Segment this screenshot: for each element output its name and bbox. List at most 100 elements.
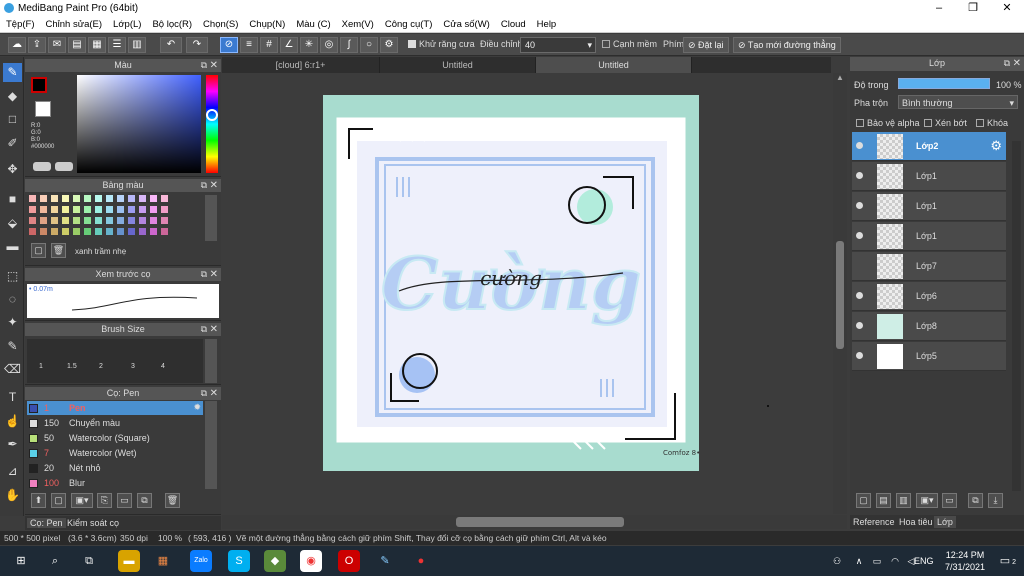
magic-wand-icon[interactable]: ✦ bbox=[3, 313, 22, 332]
color-swap-button[interactable] bbox=[55, 162, 73, 171]
new-layer-icon[interactable]: ▢ bbox=[856, 493, 871, 508]
vertical-scroll-thumb[interactable] bbox=[836, 241, 844, 349]
palette-swatch[interactable] bbox=[150, 217, 157, 224]
menu-file[interactable]: Tệp(F) bbox=[0, 17, 40, 30]
palette-swatch[interactable] bbox=[84, 217, 91, 224]
palette-swatch[interactable] bbox=[73, 195, 80, 202]
snap-parallel-icon[interactable]: ≡ bbox=[240, 37, 258, 53]
doc-icon[interactable]: ▦ bbox=[88, 37, 106, 53]
palette-scrollbar[interactable] bbox=[205, 195, 217, 241]
canvas-area[interactable]: Cường cường Comfoz 8•17•17 bbox=[222, 73, 833, 515]
palette-swatch[interactable] bbox=[139, 217, 146, 224]
duplicate-layer-icon[interactable]: ⧉ bbox=[968, 493, 983, 508]
lasso-tool-icon[interactable]: ◌ bbox=[3, 290, 22, 309]
palette-swatch[interactable] bbox=[117, 195, 124, 202]
eyedropper-icon[interactable]: ⊿ bbox=[3, 462, 22, 481]
move-tool-icon[interactable]: ✥ bbox=[3, 160, 22, 179]
brush-list-scrollbar[interactable] bbox=[205, 401, 217, 489]
snap-ellipse-icon[interactable]: ○ bbox=[360, 37, 378, 53]
brush-item[interactable]: 20 Nét nhỏ bbox=[27, 461, 203, 475]
new-halftone-layer-icon[interactable]: ▤ bbox=[876, 493, 891, 508]
brush-item[interactable]: 100 Blur bbox=[27, 476, 203, 490]
windows-start-icon[interactable]: ⊞ bbox=[10, 550, 32, 572]
select-eraser-icon[interactable]: ⌫ bbox=[3, 360, 22, 379]
tab-reference[interactable]: Reference bbox=[853, 517, 895, 527]
artwork-canvas[interactable]: Cường cường Comfoz 8•17•17 bbox=[323, 95, 699, 471]
palette-swatch[interactable] bbox=[139, 206, 146, 213]
list-icon[interactable]: ☰ bbox=[108, 37, 126, 53]
blend-mode-select[interactable]: Bình thường ▾ bbox=[898, 95, 1018, 109]
palette-swatch[interactable] bbox=[139, 195, 146, 202]
palette-swatch[interactable] bbox=[40, 195, 47, 202]
palette-swatches[interactable] bbox=[29, 195, 201, 241]
menu-filter[interactable]: Bộ lọc(R) bbox=[146, 17, 197, 30]
soft-edge-check[interactable]: Cạnh mềm bbox=[602, 39, 657, 49]
brush-size-grid[interactable]: 1 1.5 2 3 4 bbox=[27, 339, 203, 383]
text-tool-icon[interactable]: T bbox=[3, 388, 22, 407]
palette-swatch[interactable] bbox=[106, 228, 113, 235]
tab-layer[interactable]: Lớp bbox=[934, 516, 956, 528]
palette-swatch[interactable] bbox=[128, 195, 135, 202]
record-icon[interactable]: ● bbox=[410, 550, 432, 572]
palette-swatch[interactable] bbox=[117, 206, 124, 213]
layer-item[interactable]: Lớp5 bbox=[852, 342, 1006, 371]
palette-swatch[interactable] bbox=[62, 195, 69, 202]
snap-curve-icon[interactable]: ∫ bbox=[340, 37, 358, 53]
clock[interactable]: 12:24 PM 7/31/2021 bbox=[940, 549, 990, 573]
foreground-color[interactable] bbox=[31, 77, 47, 93]
brush-tool-icon[interactable]: ✎ bbox=[3, 63, 22, 82]
select-pen-icon[interactable]: ✎ bbox=[3, 337, 22, 356]
palette-swatch[interactable] bbox=[128, 217, 135, 224]
trash-icon[interactable]: 🗑 bbox=[51, 243, 66, 258]
copy-icon[interactable]: ⧉ bbox=[137, 493, 152, 508]
brush-item[interactable]: 50 Watercolor (Square) bbox=[27, 431, 203, 445]
scroll-up-icon[interactable]: ▲ bbox=[835, 73, 845, 85]
horizontal-scrollbar[interactable] bbox=[222, 515, 847, 529]
size-4[interactable]: 4 bbox=[161, 363, 165, 370]
palette-swatch[interactable] bbox=[73, 228, 80, 235]
hue-handle[interactable] bbox=[206, 109, 218, 121]
snap-radial-icon[interactable]: ✳ bbox=[300, 37, 318, 53]
notification-icon[interactable]: ▭ 2 bbox=[994, 550, 1016, 572]
palette-swatch[interactable] bbox=[73, 217, 80, 224]
new-8bit-layer-icon[interactable]: ▥ bbox=[896, 493, 911, 508]
menu-view[interactable]: Xem(V) bbox=[336, 17, 379, 30]
palette-swatch[interactable] bbox=[106, 206, 113, 213]
palette-swatch[interactable] bbox=[29, 217, 36, 224]
brush-item[interactable]: 7 Watercolor (Wet) bbox=[27, 446, 203, 460]
palette-swatch[interactable] bbox=[84, 195, 91, 202]
new-line-button[interactable]: ⊘ Tạo mới đường thẳng bbox=[733, 37, 841, 53]
color-add-button[interactable] bbox=[33, 162, 51, 171]
reset-button[interactable]: ⊘ Đặt lại bbox=[683, 37, 729, 53]
layer-item[interactable]: Lớp1 bbox=[852, 192, 1006, 221]
minimize-icon[interactable]: – bbox=[922, 0, 956, 17]
size-1[interactable]: 1 bbox=[39, 363, 43, 370]
palette-swatch[interactable] bbox=[40, 217, 47, 224]
office-icon[interactable]: ▦ bbox=[152, 550, 174, 572]
merge-down-icon[interactable]: ⤓ bbox=[988, 493, 1003, 508]
brush-item[interactable]: 150 Chuyển màu bbox=[27, 416, 203, 430]
new-brush-icon[interactable]: ▢ bbox=[51, 493, 66, 508]
close-icon[interactable]: ✕ bbox=[990, 0, 1024, 17]
search-icon[interactable]: ⌕ bbox=[44, 550, 66, 572]
lock-check[interactable]: Khóa bbox=[976, 118, 1008, 128]
clip-check[interactable]: Xén bớt bbox=[924, 118, 967, 128]
palette-swatch[interactable] bbox=[29, 228, 36, 235]
zalo-icon[interactable]: Zalo bbox=[190, 550, 212, 572]
palette-swatch[interactable] bbox=[139, 228, 146, 235]
palette-swatch[interactable] bbox=[106, 217, 113, 224]
hue-slider[interactable] bbox=[206, 75, 218, 173]
antialias-check[interactable]: Khử răng cưa bbox=[408, 39, 475, 49]
palette-swatch[interactable] bbox=[161, 217, 168, 224]
dot-tool-icon[interactable]: ✐ bbox=[3, 134, 22, 153]
palette-swatch[interactable] bbox=[128, 206, 135, 213]
palette-swatch[interactable] bbox=[29, 206, 36, 213]
palette-swatch[interactable] bbox=[95, 206, 102, 213]
layer-item[interactable]: Lớp7 bbox=[852, 252, 1006, 281]
menu-edit[interactable]: Chỉnh sửa(E) bbox=[40, 17, 108, 30]
opera-icon[interactable]: O bbox=[338, 550, 360, 572]
palette-swatch[interactable] bbox=[62, 228, 69, 235]
brush-size-scrollbar[interactable] bbox=[205, 339, 217, 383]
tab-doc-untitled-2[interactable]: Untitled bbox=[536, 57, 692, 73]
tab-navigator[interactable]: Hoa tiêu bbox=[899, 517, 933, 527]
